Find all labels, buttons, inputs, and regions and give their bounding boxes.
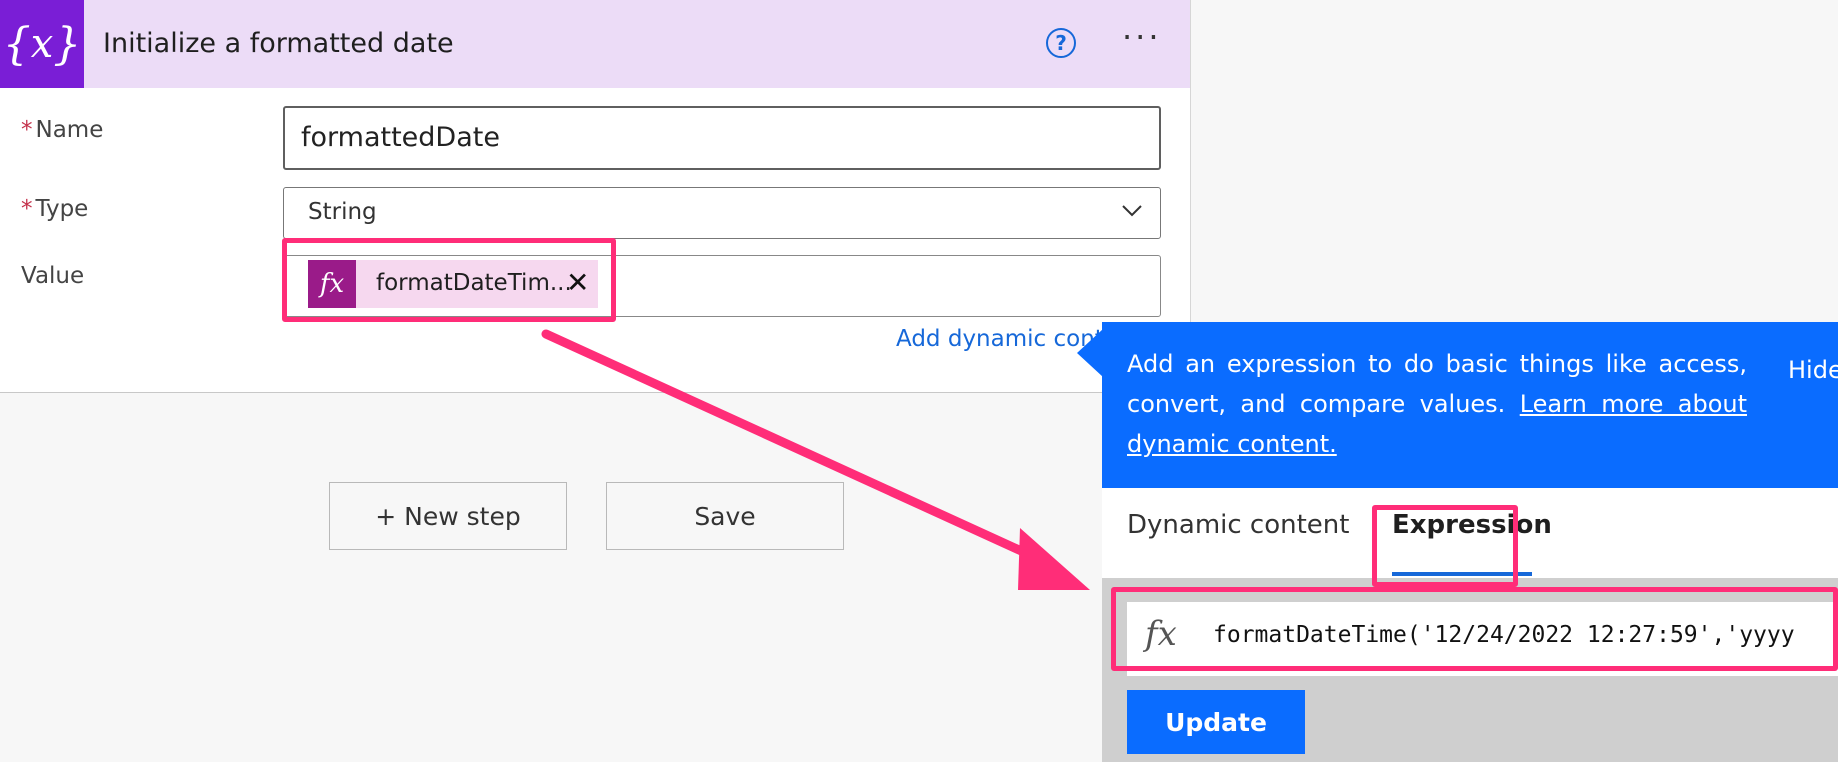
annotation-arrow: [541, 329, 1090, 590]
arrow-head: [1018, 528, 1090, 590]
